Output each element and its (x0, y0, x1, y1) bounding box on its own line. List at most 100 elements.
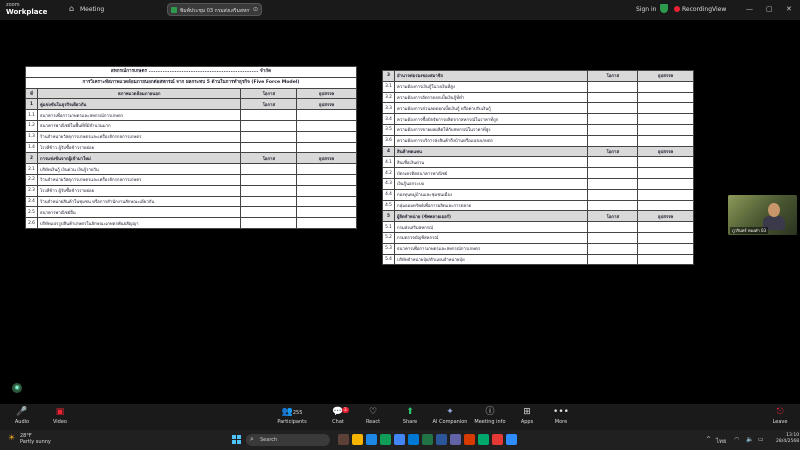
opp-cell (587, 242, 639, 255)
participants-button[interactable]: 👥255 Participants (272, 407, 312, 426)
row-text: ธนาคารเพื่อการเกษตรและสหกรณ์การเกษตร (36, 109, 242, 121)
row-number: 2.4 (25, 195, 38, 208)
language-indicator[interactable]: ไทย (716, 436, 727, 446)
maximize-icon[interactable]: ▢ (766, 5, 773, 13)
battery-icon[interactable]: ▭ (758, 436, 764, 443)
row-text: ความต้องการบริการส่งสินค้าถึงบ้านหรือแปล… (393, 134, 589, 147)
thr-cell (296, 184, 357, 197)
share-icon: ⬆ (406, 407, 414, 417)
row-text: โรงสีข้าว ผู้รับซื้อข้าวรายย่อย (36, 141, 242, 154)
participant-face (768, 203, 780, 217)
sun-icon: ☀ (8, 433, 16, 442)
chrome-icon[interactable] (380, 434, 391, 445)
taskbar-app-icon[interactable] (394, 434, 405, 445)
share-button[interactable]: ⬆ Share (390, 407, 430, 426)
row-number: 3.5 (382, 123, 395, 136)
tray-chevron-icon[interactable]: ^ (706, 436, 711, 443)
zoom-icon[interactable] (506, 434, 517, 445)
row-number: 3.4 (382, 113, 395, 125)
thr-cell (637, 199, 694, 212)
thr-cell (296, 217, 357, 229)
participants-label: Participants (277, 419, 307, 425)
search-label: Search (260, 437, 278, 443)
thr-cell (637, 231, 694, 244)
col-no-header: ที่ (25, 87, 38, 100)
section-title: สินค้าทดแทน (393, 145, 589, 158)
feedback-icon[interactable]: ◉ (12, 383, 22, 393)
system-clock[interactable]: 13:10 28/4/2568 (776, 433, 799, 445)
edge-icon[interactable] (408, 434, 419, 445)
opp-cell (240, 109, 298, 121)
thr-cell (637, 221, 694, 233)
meeting-home-icon[interactable]: ⌂ (69, 4, 74, 13)
sign-in-link[interactable]: Sign in (636, 6, 656, 13)
section-header-row: 1 คู่แข่งขันในธุรกิจเดียวกัน โอกาส อุปสรรค (25, 98, 357, 111)
more-dots-icon[interactable]: ⊙ (253, 6, 258, 13)
row-number: 3.6 (382, 134, 395, 147)
section-number: 5 (382, 210, 395, 223)
table-row: 2.1 บริษัทเงินกู้ เงินด่วน เงินกู้รายวัน (25, 163, 357, 175)
table-row: 1.1 ธนาคารเพื่อการเกษตรและสหกรณ์การเกษตร (25, 109, 357, 121)
row-text: บริษัทเงินกู้ เงินด่วน เงินกู้รายวัน (36, 163, 242, 175)
weather-widget[interactable]: ☀ 28°F Partly sunny (8, 433, 51, 445)
section-title: อำนาจต่อรองของสมาชิก (393, 70, 589, 82)
wifi-icon[interactable]: ◠ (734, 436, 739, 443)
row-number: 4.5 (382, 199, 395, 212)
windows-start-icon[interactable] (232, 435, 241, 444)
taskbar-search[interactable]: ⌕ Search (246, 434, 330, 446)
section-thr-header: อุปสรรค (637, 70, 694, 82)
opp-cell (240, 119, 298, 132)
row-number: 4.2 (382, 167, 395, 179)
ai-companion-button[interactable]: ✦ AI Companion (430, 407, 470, 426)
row-number: 5.2 (382, 231, 395, 244)
view-button[interactable]: View (712, 6, 726, 13)
table-row: 4.4 กองทุนหมู่บ้านและชุมชนเมือง (382, 188, 694, 201)
leave-button[interactable]: ⎋ Leave (760, 407, 800, 426)
table-row: 3.3 ความต้องการส่วนลดดอกเบี้ยเงินกู้ หรือ… (382, 102, 694, 115)
row-number: 5.3 (382, 242, 395, 255)
video-button[interactable]: ▣ Video (40, 407, 80, 426)
participant-video[interactable]: ภูวรินทร์ ทองคำ 03 (728, 195, 797, 235)
thr-cell (296, 163, 357, 175)
section-thr-header: อุปสรรค (637, 145, 694, 158)
chat-button[interactable]: 3 💬 Chat (318, 407, 358, 426)
react-button[interactable]: ♡ React (353, 407, 393, 426)
word-icon[interactable] (436, 434, 447, 445)
meeting-info-button[interactable]: ⓘ Meeting info (470, 407, 510, 426)
opp-cell (587, 134, 639, 147)
col-opp-header: โอกาส (240, 87, 298, 100)
recording-label[interactable]: Recording (682, 6, 712, 13)
teams-icon[interactable] (450, 434, 461, 445)
file-explorer-icon[interactable] (352, 434, 363, 445)
row-text: กองทุนหมู่บ้านและชุมชนเมือง (393, 188, 589, 201)
taskbar-app-icon[interactable] (366, 434, 377, 445)
opp-cell (587, 80, 639, 93)
minimize-icon[interactable]: — (746, 5, 753, 13)
table-row: 5.2 กรมตรวจบัญชีสหกรณ์ (382, 231, 694, 244)
taskbar-app-icon[interactable] (338, 434, 349, 445)
thr-cell (296, 119, 357, 132)
excel-icon[interactable] (422, 434, 433, 445)
security-shield-icon[interactable] (660, 4, 668, 13)
close-icon[interactable]: ✕ (786, 5, 792, 13)
taskbar-app-icon[interactable] (492, 434, 503, 445)
thr-cell (637, 91, 694, 104)
more-button[interactable]: ••• More (541, 407, 581, 426)
table-title: สหกรณ์การเกษตร .........................… (25, 66, 357, 78)
more-label: More (554, 419, 568, 425)
row-text: สินเชื่อเงินด่วน (393, 156, 589, 169)
thr-cell (637, 242, 694, 255)
volume-icon[interactable]: 🔈 (746, 436, 753, 443)
thr-cell (637, 134, 694, 147)
opp-cell (240, 217, 298, 229)
meeting-title-pill[interactable]: พิมพ์ประชุม 03 กรมส่งเสริมสหกรณ์ร่วม ⊙ (167, 3, 262, 16)
audio-button[interactable]: 🎤 Audio (2, 407, 42, 426)
line-icon[interactable] (478, 434, 489, 445)
meeting-label[interactable]: Meeting (80, 6, 104, 13)
powerpoint-icon[interactable] (464, 434, 475, 445)
section-number: 1 (25, 98, 38, 111)
opp-cell (587, 102, 639, 115)
section-thr-header: อุปสรรค (637, 210, 694, 223)
table-row: 2.4 ร้านจำหน่ายสินค้าในชุมชน หรือการสำนัก… (25, 195, 357, 208)
table-row: 1.2 ธนาคารพาณิชย์ในพื้นที่ที่มีจำนวนมาก (25, 119, 357, 132)
